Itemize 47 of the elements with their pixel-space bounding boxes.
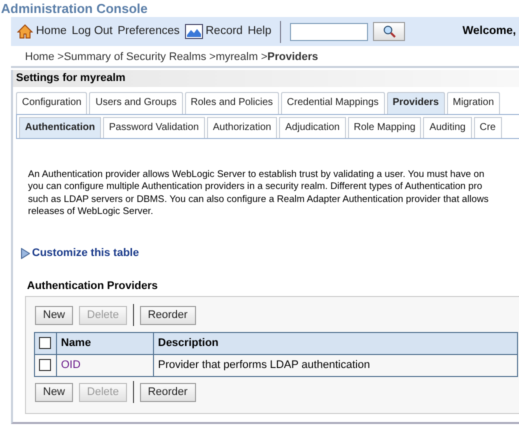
new-button[interactable]: New: [35, 382, 74, 402]
reorder-button[interactable]: Reorder: [140, 306, 196, 325]
subtab[interactable]: Role Mapping: [348, 116, 422, 138]
breadcrumb-current: Providers: [267, 51, 318, 63]
tab[interactable]: Migration: [446, 92, 500, 114]
subtab[interactable]: Authentication: [19, 116, 101, 138]
column-header: Description: [154, 332, 518, 355]
table-cell: Provider that performs LDAP authentication: [154, 354, 518, 377]
subtab[interactable]: Cre: [474, 116, 502, 138]
description-line: releases of WebLogic Server.: [28, 206, 154, 219]
app-title: Administration Console: [0, 0, 149, 17]
chart-icon: [184, 24, 203, 39]
breadcrumb-link[interactable]: Summary of Security Realms >: [64, 51, 216, 63]
subtab[interactable]: Password Validation: [103, 116, 205, 138]
toolbar-link[interactable]: Help: [248, 24, 272, 39]
reorder-button[interactable]: Reorder: [140, 382, 196, 402]
toolbar-link[interactable]: Record: [184, 24, 243, 39]
description-line: such as LDAP servers or DBMS. You can also configure a Realm Adapter Authentication provider that allows: [28, 194, 490, 206]
toolbar-link[interactable]: Log Out: [72, 24, 113, 39]
breadcrumb-link[interactable]: myrealm >: [216, 51, 268, 63]
select-all-checkbox[interactable]: [39, 337, 51, 350]
tab[interactable]: Configuration: [16, 92, 88, 114]
customize-link[interactable]: Customize this table: [21, 246, 139, 261]
tab[interactable]: Providers: [386, 92, 445, 114]
tab[interactable]: Roles and Policies: [184, 92, 279, 114]
toolbar-link[interactable]: Preferences: [118, 24, 180, 39]
subtab[interactable]: Auditing: [423, 116, 472, 138]
expand-triangle-icon: [21, 248, 30, 260]
description-line: An Authentication provider allows WebLogic Server to establish trust by validating a user. You must have on: [28, 169, 486, 182]
welcome-text: Welcome,: [462, 24, 517, 39]
new-button[interactable]: New: [35, 306, 74, 325]
breadcrumb-link[interactable]: Home >: [25, 51, 64, 63]
table-title: Authentication Providers: [27, 280, 159, 294]
tab[interactable]: Users and Groups: [89, 92, 183, 114]
search-field[interactable]: [290, 22, 368, 40]
home-icon: [17, 24, 33, 39]
subtab[interactable]: Authorization: [206, 116, 278, 138]
description-line: you can configure multiple Authentication providers in a security realm. Different types of Authentication pro: [28, 181, 484, 194]
column-header: Name: [56, 332, 154, 355]
subtab[interactable]: Adjudication: [279, 116, 346, 138]
toolbar-link[interactable]: Home: [17, 24, 67, 39]
search-button[interactable]: [373, 22, 406, 41]
panel-title: Settings for myrealm: [13, 70, 519, 87]
row-checkbox[interactable]: [39, 359, 51, 372]
search-icon: [382, 25, 396, 38]
provider-link[interactable]: OID: [61, 359, 81, 371]
tab[interactable]: Credential Mappings: [280, 92, 385, 114]
